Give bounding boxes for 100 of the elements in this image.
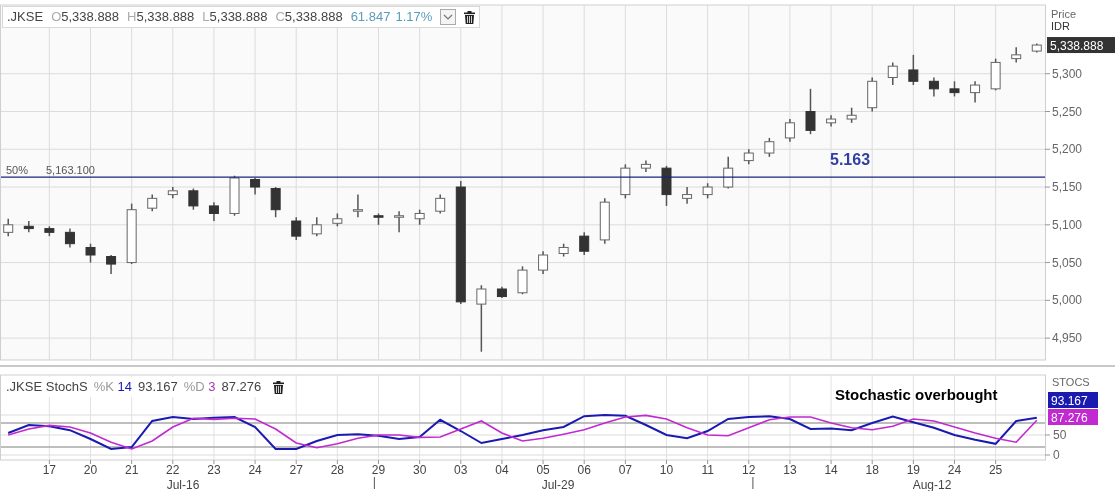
date-label: 06: [577, 463, 591, 477]
axis-label: 4,950: [1052, 331, 1083, 346]
dropdown-button[interactable]: [440, 9, 457, 25]
date-label: 11: [701, 463, 714, 477]
date-label: 22: [166, 463, 180, 477]
candlestick: [291, 216, 302, 241]
date-label: 17: [42, 463, 57, 477]
axis-label: 5,150: [1052, 180, 1083, 195]
d-value: 87.276: [221, 378, 262, 397]
d-parameter: %D 3: [183, 378, 216, 397]
date-label: 05: [536, 463, 550, 477]
candlestick: [743, 148, 754, 166]
date-label: 24: [947, 463, 962, 477]
candlestick: [517, 265, 528, 296]
axis-title: IDR: [1051, 20, 1070, 32]
candlestick: [332, 212, 343, 228]
candlestick: [311, 216, 322, 237]
date-label: 04: [495, 463, 509, 477]
candlestick: [970, 80, 981, 104]
candlestick: [435, 193, 446, 215]
candlestick: [147, 193, 158, 212]
chart-note: Stochastic overbought: [835, 386, 998, 403]
trash-icon[interactable]: [464, 10, 476, 24]
candlestick: [1031, 42, 1042, 54]
axis-label: 50: [1053, 428, 1067, 442]
ohlc-value: C5,338.888: [275, 8, 343, 27]
chevron-icon: [443, 14, 454, 20]
candlestick: [949, 80, 960, 98]
ohlc-value: H5,338.888: [127, 8, 195, 27]
candlestick: [44, 225, 55, 237]
ohlc-value: L5,338.888: [202, 8, 268, 27]
level-label: 50%: [6, 164, 29, 177]
date-label: 29: [371, 463, 386, 477]
axis-label: 5,100: [1052, 217, 1083, 232]
candlestick: [64, 227, 75, 249]
date-label: 28: [330, 463, 345, 477]
k-value: 93.167: [137, 378, 178, 397]
date-label: 03: [454, 463, 468, 477]
date-label: 20: [83, 463, 98, 477]
ohlc-value: O5,338.888: [51, 8, 120, 27]
candlestick: [702, 182, 713, 200]
candlestick: [887, 61, 898, 86]
candlestick: [188, 187, 199, 211]
candlestick: [414, 208, 425, 226]
chart-note: 5.163: [830, 151, 871, 168]
axis-label: 5,000: [1052, 293, 1083, 308]
candlestick: [352, 193, 363, 218]
date-label: 18: [865, 463, 879, 477]
change-value: 61.847: [350, 8, 391, 27]
candlestick: [723, 156, 734, 190]
candlestick: [682, 186, 693, 205]
trash-icon[interactable]: [273, 380, 285, 394]
candlestick: [106, 254, 117, 275]
date-label: 27: [289, 463, 303, 477]
axis-title: STOCS: [1052, 376, 1090, 388]
candlestick: [990, 57, 1001, 92]
date-label: 25: [988, 463, 1003, 477]
date-label: 10: [659, 463, 674, 477]
candlestick: [867, 76, 878, 113]
date-label: 13: [783, 463, 797, 477]
candlestick: [496, 286, 507, 299]
value-badge: 93.167: [1048, 392, 1098, 408]
date-label: 30: [412, 463, 427, 477]
change-percent: 1.17%: [395, 8, 433, 27]
last-price-badge: 5,338.888: [1047, 37, 1115, 54]
axis-label: 5,250: [1052, 104, 1083, 119]
candlestick: [394, 210, 405, 234]
date-label: 24: [248, 463, 262, 477]
candlestick: [640, 159, 651, 173]
candlestick: [579, 231, 590, 256]
candlestick: [538, 250, 549, 275]
month-label: Jul-16: [166, 478, 200, 491]
date-label: 12: [742, 463, 756, 477]
month-label: Jul-29: [541, 478, 575, 491]
date-label: 07: [618, 463, 633, 477]
axis-label: 5,200: [1052, 142, 1083, 157]
date-label: 14: [824, 463, 838, 477]
candlestick: [270, 186, 281, 218]
candlestick: [250, 177, 261, 196]
candlestick: [167, 186, 178, 200]
candlestick: [23, 220, 34, 234]
level-value: 5,163.100: [46, 164, 95, 177]
axis-label: 0: [1053, 448, 1060, 462]
candlestick: [3, 218, 14, 237]
date-label: 23: [207, 463, 221, 477]
candlestick: [661, 165, 672, 207]
symbol-label: .JKSE: [7, 8, 44, 27]
axis-title: Price: [1051, 8, 1077, 20]
candlestick: [928, 76, 939, 98]
candlestick: [208, 201, 219, 222]
axis-label: 5,050: [1052, 255, 1083, 270]
date-label: 21: [124, 463, 139, 477]
candlestick: [558, 242, 569, 258]
candlestick: [1011, 46, 1022, 64]
candlestick: [126, 202, 137, 265]
k-parameter: %K 14: [93, 378, 132, 397]
candlestick: [476, 284, 487, 353]
study-label: .JKSE StochS: [6, 378, 88, 397]
value-badge: 87.276: [1048, 409, 1098, 425]
candlestick: [908, 54, 919, 86]
